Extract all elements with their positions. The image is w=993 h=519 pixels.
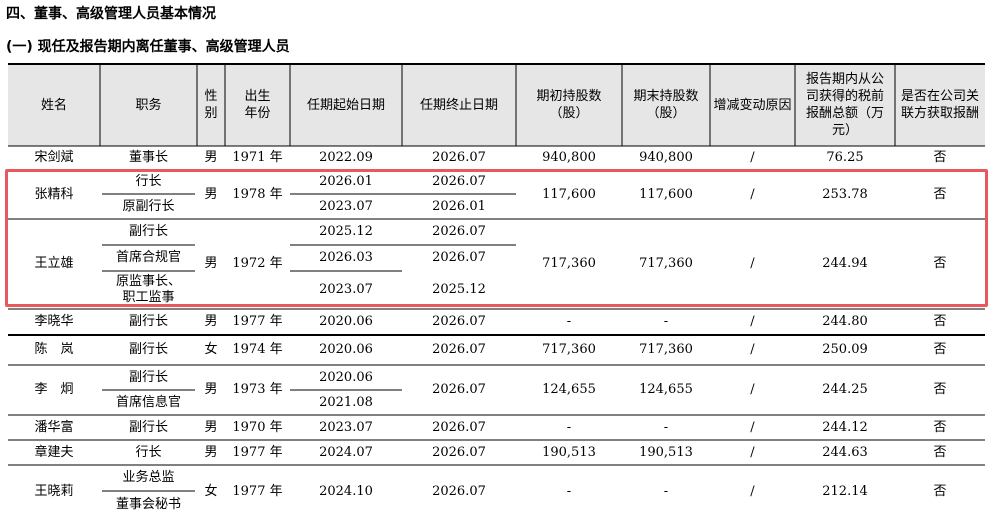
cell-position: 副行长 xyxy=(128,369,168,385)
cell-related-party: 否 xyxy=(933,342,947,357)
cell-change-reason: / xyxy=(750,314,755,329)
cell-term-end: 2026.07 xyxy=(432,484,486,499)
cell-term-end: 2026.07 xyxy=(432,382,486,397)
cell-term-start: 2022.09 xyxy=(319,150,373,165)
cell-shares-begin: 190,513 xyxy=(542,444,596,460)
cell-change-reason: / xyxy=(750,419,755,435)
cell-shares-begin: 124,655 xyxy=(542,382,596,397)
cell-position: 行长 xyxy=(135,444,162,460)
cell-shares-end: - xyxy=(663,314,669,329)
header-shares-begin: 期初持股数（股） xyxy=(536,89,602,121)
header-shares-end: 期末持股数（股） xyxy=(633,89,699,121)
cell-compensation: 76.25 xyxy=(826,150,864,165)
cell-gender: 女 xyxy=(204,484,218,499)
cell-position: 副行长 xyxy=(128,342,168,357)
cell-compensation: 244.25 xyxy=(822,382,868,397)
cell-shares-end: - xyxy=(663,419,669,435)
cell-shares-begin: 940,800 xyxy=(542,150,596,165)
cell-related-party: 否 xyxy=(933,484,947,499)
cell-name: 李晓华 xyxy=(34,314,74,329)
cell-gender: 男 xyxy=(204,419,218,435)
cell-term-end: 2026.07 xyxy=(432,444,486,460)
cell-term-start: 2024.07 xyxy=(319,444,373,460)
cell-related-party: 否 xyxy=(933,419,947,435)
cell-name: 陈 岚 xyxy=(34,342,74,357)
header-gender: 性别 xyxy=(204,89,218,121)
header-related-party: 是否在公司关联方获取报酬 xyxy=(900,89,979,121)
cell-change-reason: / xyxy=(750,444,755,460)
cell-compensation: 212.14 xyxy=(822,484,868,499)
cell-related-party: 否 xyxy=(933,150,947,165)
cell-name: 章建夫 xyxy=(34,444,74,460)
cell-compensation: 244.63 xyxy=(822,444,868,460)
cell-birth-year: 1970 年 xyxy=(232,419,283,435)
header-term-end: 任期终止日期 xyxy=(419,97,498,113)
header-name: 姓名 xyxy=(40,97,67,113)
cell-shares-end: 940,800 xyxy=(639,150,693,165)
cell-shares-begin: - xyxy=(566,314,572,329)
cell-change-reason: / xyxy=(750,382,755,397)
cell-shares-end: 717,360 xyxy=(639,342,693,357)
cell-term-end: 2026.07 xyxy=(432,342,486,357)
highlight-box xyxy=(5,169,988,307)
cell-shares-begin: - xyxy=(566,484,572,499)
cell-birth-year: 1974 年 xyxy=(232,342,283,357)
header-change-reason: 增减变动原因 xyxy=(713,97,792,113)
cell-gender: 男 xyxy=(204,314,218,329)
cell-gender: 男 xyxy=(204,150,218,165)
cell-gender: 男 xyxy=(204,382,218,397)
cell-name: 王晓莉 xyxy=(34,484,74,499)
cell-name: 李 炯 xyxy=(34,382,74,397)
cell-name: 潘华富 xyxy=(34,419,74,435)
header-position: 职务 xyxy=(135,97,162,113)
cell-birth-year: 1977 年 xyxy=(232,484,283,499)
cell-related-party: 否 xyxy=(933,444,947,460)
cell-change-reason: / xyxy=(750,342,755,357)
cell-position: 业务总监 xyxy=(122,470,175,485)
cell-related-party: 否 xyxy=(933,382,947,397)
cell-shares-end: 124,655 xyxy=(639,382,693,397)
cell-position: 首席信息官 xyxy=(115,394,181,410)
header-birth-year: 出生年份 xyxy=(244,89,271,121)
cell-shares-end: - xyxy=(663,484,669,499)
cell-name: 宋剑斌 xyxy=(34,150,74,165)
cell-shares-end: 190,513 xyxy=(639,444,693,460)
cell-term-start: 2020.06 xyxy=(319,314,373,329)
cell-compensation: 250.09 xyxy=(822,342,868,357)
cell-compensation: 244.12 xyxy=(822,419,868,435)
cell-birth-year: 1973 年 xyxy=(232,382,283,397)
cell-related-party: 否 xyxy=(933,314,947,329)
header-compensation: 报告期内从公司获得的税前报酬总额（万元） xyxy=(805,72,884,138)
cell-compensation: 244.80 xyxy=(822,314,868,329)
cell-term-start: 2021.08 xyxy=(319,394,373,410)
cell-term-end: 2026.07 xyxy=(432,314,486,329)
cell-shares-begin: 717,360 xyxy=(542,342,596,357)
cell-term-start: 2020.06 xyxy=(319,369,373,385)
cell-birth-year: 1977 年 xyxy=(232,444,283,460)
cell-term-start: 2024.10 xyxy=(319,484,373,499)
cell-term-end: 2026.07 xyxy=(432,150,486,165)
cell-gender: 男 xyxy=(204,444,218,460)
cell-term-end: 2026.07 xyxy=(432,419,486,435)
cell-change-reason: / xyxy=(750,150,755,165)
cell-position: 副行长 xyxy=(128,419,168,435)
cell-birth-year: 1977 年 xyxy=(232,314,283,329)
cell-birth-year: 1971 年 xyxy=(232,150,283,165)
header-term-start: 任期起始日期 xyxy=(306,97,385,113)
cell-shares-begin: - xyxy=(566,419,572,435)
cell-term-start: 2023.07 xyxy=(319,419,373,435)
cell-position: 副行长 xyxy=(128,314,168,329)
cell-gender: 女 xyxy=(204,342,218,357)
cell-position: 董事会秘书 xyxy=(115,497,181,512)
cell-position: 董事长 xyxy=(128,150,168,165)
cell-change-reason: / xyxy=(750,484,755,499)
cell-term-start: 2020.06 xyxy=(319,342,373,357)
